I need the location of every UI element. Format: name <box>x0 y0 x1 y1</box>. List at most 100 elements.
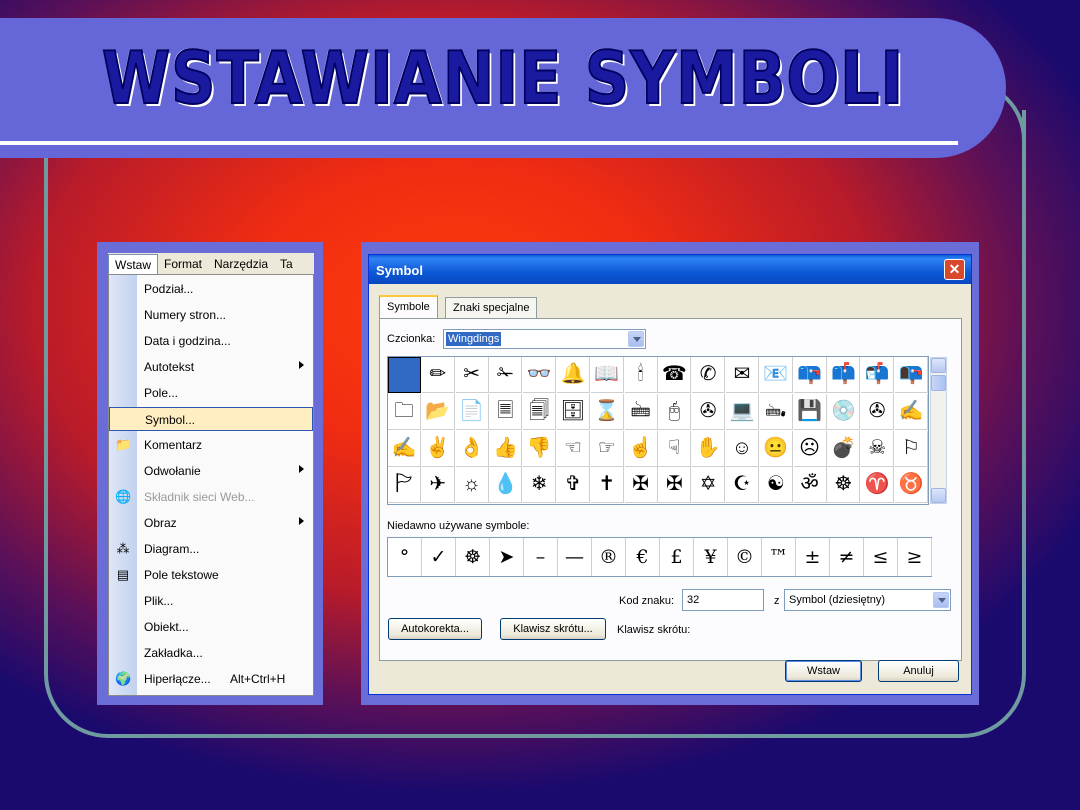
recent-symbol-cell[interactable]: ✓ <box>422 538 456 576</box>
symbol-cell[interactable]: 👓 <box>523 357 557 393</box>
symbol-cell[interactable]: ✆ <box>692 357 726 393</box>
symbol-cell[interactable]: ✌ <box>421 430 455 467</box>
symbol-cell[interactable]: ✞ <box>557 467 590 504</box>
recent-symbol-cell[interactable]: ☸ <box>456 538 490 576</box>
symbol-cell[interactable]: ⚐ <box>895 430 928 467</box>
symbol-cell[interactable]: 🗐 <box>523 393 557 430</box>
symbol-cell[interactable]: ☜ <box>557 430 590 467</box>
symbol-cell[interactable]: ✝ <box>590 467 624 504</box>
symbol-cell[interactable]: ♉ <box>895 467 928 504</box>
symbol-cell[interactable]: 💾 <box>793 393 827 430</box>
code-type-select[interactable]: Symbol (dziesiętny) <box>784 589 951 611</box>
symbol-cell[interactable]: 📖 <box>590 357 624 393</box>
symbol-cell[interactable]: ☯ <box>759 467 793 504</box>
recent-symbol-cell[interactable]: £ <box>660 538 694 576</box>
symbol-cell[interactable]: ✇ <box>861 393 895 430</box>
symbol-cell[interactable]: 🔔 <box>557 357 590 393</box>
autocorrect-button[interactable]: Autokorekta... <box>388 618 482 640</box>
menubar-item-1[interactable]: Format <box>158 254 208 274</box>
symbol-cell[interactable]: ☟ <box>658 430 692 467</box>
font-select[interactable]: Wingdings <box>443 329 646 349</box>
menu-item-11[interactable]: ▤ Pole tekstowe <box>109 563 313 587</box>
symbol-cell[interactable]: ✠ <box>658 467 692 504</box>
symbol-cell[interactable]: 🕯 <box>624 357 658 393</box>
symbol-cell[interactable]: ✉ <box>726 357 759 393</box>
tab-special-characters[interactable]: Znaki specjalne <box>445 297 538 319</box>
menu-item-3[interactable]: Autotekst <box>109 355 313 379</box>
menu-item-5[interactable]: Symbol... <box>109 407 313 431</box>
symbol-cell[interactable]: 📬 <box>861 357 895 393</box>
recent-symbol-cell[interactable]: © <box>728 538 762 576</box>
scroll-thumb[interactable] <box>931 375 946 391</box>
symbol-cell[interactable]: 📧 <box>759 357 793 393</box>
symbol-cell[interactable]: 👍 <box>489 430 523 467</box>
scroll-down-icon[interactable] <box>931 488 946 503</box>
recent-symbol-cell[interactable]: ≤ <box>864 538 898 576</box>
menubar-item-2[interactable]: Narzędzia <box>208 254 274 274</box>
symbol-cell[interactable]: 💿 <box>827 393 861 430</box>
symbol-cell[interactable]: ⌛ <box>590 393 624 430</box>
menu-item-12[interactable]: Plik... <box>109 589 313 613</box>
symbol-cell[interactable]: ॐ <box>793 467 827 504</box>
tab-symbols[interactable]: Symbole <box>379 295 438 319</box>
menu-item-9[interactable]: Obraz <box>109 511 313 535</box>
symbol-cell[interactable]: 📂 <box>421 393 455 430</box>
symbol-cell[interactable]: ✈ <box>421 467 455 504</box>
menu-item-15[interactable]: 🌍 Hiperłącze... Alt+Ctrl+H <box>109 667 313 691</box>
recent-symbol-cell[interactable]: — <box>558 538 592 576</box>
recent-symbol-cell[interactable]: ° <box>388 538 422 576</box>
symbol-cell[interactable]: ☹ <box>793 430 827 467</box>
menu-item-7[interactable]: Odwołanie <box>109 459 313 483</box>
recent-symbol-cell[interactable]: – <box>524 538 558 576</box>
recent-symbol-cell[interactable]: ≠ <box>830 538 864 576</box>
symbol-cell[interactable]: 📭 <box>895 357 928 393</box>
symbol-cell[interactable]: ✂ <box>455 357 489 393</box>
symbol-cell[interactable]: 💧 <box>489 467 523 504</box>
symbol-cell[interactable]: ♈ <box>861 467 895 504</box>
menu-item-2[interactable]: Data i godzina... <box>109 329 313 353</box>
chevron-down-icon[interactable] <box>933 592 949 608</box>
close-button[interactable]: ✕ <box>944 259 965 280</box>
shortcut-key-button[interactable]: Klawisz skrótu... <box>500 618 606 640</box>
symbol-cell[interactable]: 🖮 <box>624 393 658 430</box>
menu-item-13[interactable]: Obiekt... <box>109 615 313 639</box>
recent-symbol-cell[interactable]: ≥ <box>898 538 932 576</box>
symbol-cell[interactable]: ✍ <box>388 430 421 467</box>
symbol-cell[interactable]: 💻 <box>726 393 759 430</box>
recent-symbol-cell[interactable]: € <box>626 538 660 576</box>
symbol-cell[interactable]: ☎ <box>658 357 692 393</box>
symbol-grid-scrollbar[interactable] <box>930 357 947 504</box>
symbol-cell[interactable]: ✏ <box>421 357 455 393</box>
symbol-cell[interactable] <box>388 357 421 393</box>
menu-item-10[interactable]: ⁂ Diagram... <box>109 537 313 561</box>
symbol-cell[interactable]: 👎 <box>523 430 557 467</box>
recent-symbol-cell[interactable]: ¥ <box>694 538 728 576</box>
menu-item-4[interactable]: Pole... <box>109 381 313 405</box>
scroll-up-icon[interactable] <box>931 358 946 373</box>
symbol-cell[interactable]: ☪ <box>726 467 759 504</box>
menubar-item-0[interactable]: Wstaw <box>108 253 158 275</box>
cancel-button[interactable]: Anuluj <box>878 660 959 682</box>
char-code-input[interactable]: 32 <box>682 589 764 611</box>
symbol-cell[interactable]: ☸ <box>827 467 861 504</box>
symbol-cell[interactable]: ✁ <box>489 357 523 393</box>
symbol-cell[interactable]: ☝ <box>624 430 658 467</box>
symbol-cell[interactable]: ✡ <box>692 467 726 504</box>
symbol-cell[interactable]: ☠ <box>861 430 895 467</box>
recent-symbol-cell[interactable]: ™ <box>762 538 796 576</box>
symbol-cell[interactable]: 👌 <box>455 430 489 467</box>
menu-item-6[interactable]: 📁 Komentarz <box>109 433 313 457</box>
symbol-cell[interactable]: ☼ <box>455 467 489 504</box>
symbol-cell[interactable]: ✇ <box>692 393 726 430</box>
menu-item-1[interactable]: Numery stron... <box>109 303 313 327</box>
symbol-cell[interactable]: ✋ <box>692 430 726 467</box>
symbol-cell[interactable]: 🖦 <box>759 393 793 430</box>
symbol-cell[interactable]: 💣 <box>827 430 861 467</box>
symbol-cell[interactable]: ☺ <box>726 430 759 467</box>
chevron-down-icon[interactable] <box>628 331 644 347</box>
menu-item-0[interactable]: Podział... <box>109 277 313 301</box>
symbol-cell[interactable]: 📫 <box>827 357 861 393</box>
insert-button[interactable]: Wstaw <box>785 660 862 682</box>
recent-symbol-cell[interactable]: ® <box>592 538 626 576</box>
symbol-cell[interactable]: 🏱 <box>388 467 421 504</box>
